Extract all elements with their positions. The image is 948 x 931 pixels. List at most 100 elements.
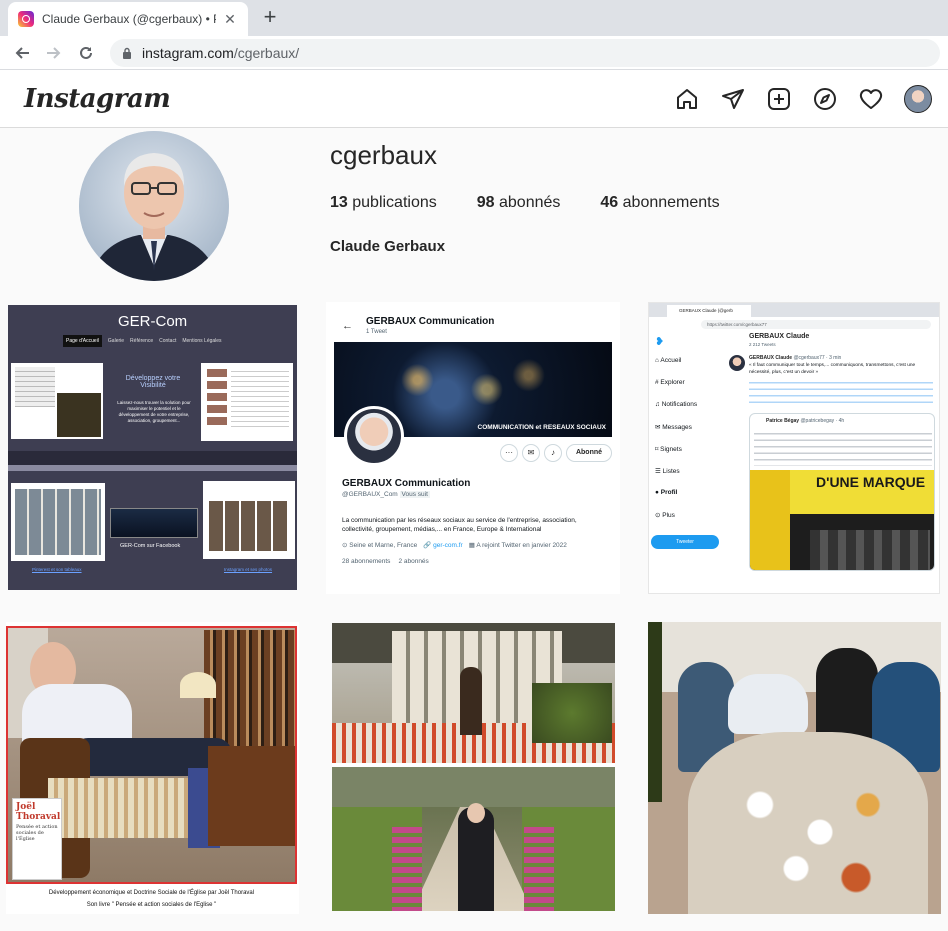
twitter-meta-row: ⊙ Seine et Marne, France 🔗 ger-com.fr ▦ …	[342, 541, 567, 549]
p3-nav-item: ♫ Notifications	[655, 401, 698, 408]
book-photo: Joël Thoraval Pensée et action sociales …	[6, 626, 297, 884]
twitter-joined: ▦ A rejoint Twitter en janvier 2022	[468, 542, 567, 549]
browser-tabbar: Claude Gerbaux (@cgerbaux) • P ✕ +	[0, 0, 948, 36]
post-tile-twitter-gerbaux-com[interactable]: ← GERBAUX Communication 1 Tweet COMMUNIC…	[326, 302, 620, 594]
profile-avatar-small[interactable]	[904, 84, 932, 113]
twitter-more-button: ···	[500, 444, 518, 462]
twitter-banner-text: COMMUNICATION et RESEAUX SOCIAUX	[477, 424, 606, 431]
book-author: Joël Thoraval	[16, 802, 61, 822]
p3-profile-name: GERBAUX Claude	[749, 333, 810, 340]
following-link[interactable]: 46 abonnements	[600, 194, 719, 212]
twitter-profile-pic	[344, 406, 404, 466]
p3-tweet-button: Tweeter	[651, 535, 719, 549]
home-icon[interactable]	[674, 86, 700, 112]
post-tile-gercom[interactable]: GER-Com Page d'Accueil Galerie Référence…	[8, 305, 297, 590]
profile-username: cgerbaux	[330, 140, 437, 170]
posts-count: 13 publications	[330, 194, 437, 211]
p3-quoted-tweet: Patrice Bégay @patricebegay · 4h D'UNE M…	[749, 413, 935, 571]
twitter-location: ⊙ Seine et Marne, France	[342, 542, 418, 549]
direct-icon[interactable]	[720, 86, 746, 112]
new-post-icon[interactable]	[766, 86, 792, 112]
twitter-follow-button: Abonné	[566, 444, 612, 462]
p3-tweet-text: « Il faut communiquer tout le temps,... …	[749, 363, 916, 375]
browser-toolbar: instagram.com/cgerbaux/	[0, 36, 948, 70]
lock-icon	[123, 47, 131, 59]
explore-icon[interactable]	[812, 86, 838, 112]
reload-icon	[80, 46, 92, 59]
gercom-screenshot-right	[201, 363, 293, 441]
header-nav	[674, 84, 932, 113]
gercom-brand: GER-Com	[118, 313, 188, 330]
gercom-link-pinterest: Pinterest et son tableaux	[32, 567, 82, 572]
p3-quoted-image: D'UNE MARQUE	[750, 470, 934, 570]
gercom-link-instagram: Instagram et ses photos	[224, 567, 273, 572]
gercom-body: Laissez-nous trouver la solution pour ma…	[117, 400, 191, 423]
close-tab-icon[interactable]: ✕	[222, 11, 238, 27]
back-button[interactable]	[8, 39, 36, 67]
book-title: Pensée et action sociales de l'Église	[16, 824, 58, 842]
p3-nav-item: # Explorer	[655, 379, 685, 386]
gercom-screenshot-bottom-right	[203, 481, 295, 559]
post-tile-book[interactable]: Joël Thoraval Pensée et action sociales …	[6, 622, 299, 914]
address-bar[interactable]: instagram.com/cgerbaux/	[110, 38, 940, 67]
p3-nav-item: ✉ Messages	[655, 424, 692, 431]
book-cover: Joël Thoraval Pensée et action sociales …	[12, 798, 62, 880]
gercom-menu-item: Page d'Accueil	[63, 335, 102, 347]
twitter-following-count: 28 abonnements	[342, 558, 391, 565]
p3-nav-item: ⌑ Signets	[655, 446, 682, 453]
activity-icon[interactable]	[858, 86, 884, 112]
profile-stats: 13 publications 98 abonnés 46 abonnement…	[330, 194, 720, 212]
tab-title: Claude Gerbaux (@cgerbaux) • P	[42, 12, 216, 26]
p3-profile-tweets: 2 212 Tweets	[749, 342, 776, 347]
p3-nav-item: ⊙ Plus	[655, 512, 675, 519]
p3-nav-item: ● Profil	[655, 489, 678, 496]
instagram-header: Instagram	[0, 70, 948, 128]
twitter-follow-stats: 28 abonnements 2 abonnés	[342, 558, 429, 565]
twitter-bio: La communication par les réseaux sociaux…	[342, 517, 577, 533]
post-tile-garden[interactable]	[332, 623, 615, 911]
book-caption-1: Développement économique et Doctrine Soc…	[48, 890, 255, 896]
instagram-favicon-icon	[18, 11, 34, 27]
profile-header: cgerbaux 13 publications 98 abonnés 46 a…	[0, 128, 948, 298]
forward-arrow-icon	[47, 46, 61, 59]
instagram-logo[interactable]: Instagram	[24, 84, 171, 114]
p3-twitter-bird-icon: ❥	[655, 336, 665, 348]
p3-banner-text: D'UNE MARQUE	[816, 474, 926, 490]
profile-avatar[interactable]	[79, 131, 229, 281]
twitter-notify-button: ♪	[544, 444, 562, 462]
browser-tab[interactable]: Claude Gerbaux (@cgerbaux) • P ✕	[8, 2, 248, 36]
p3-tweet-header: GERBAUX Claude @cgerbaux77 · 3 min	[749, 355, 842, 361]
twitter-handle: @GERBAUX_Com	[342, 491, 398, 498]
post-tile-dinner[interactable]	[648, 622, 941, 914]
gercom-headline: Développez votre Visibilité	[125, 375, 181, 389]
twitter-handle-row: @GERBAUX_Com Vous suit	[342, 491, 430, 498]
twitter-followers-count: 2 abonnés	[398, 558, 429, 565]
palace-photo	[332, 623, 615, 763]
new-tab-button[interactable]: +	[258, 5, 282, 29]
post-tile-twitter-gerbaux-claude[interactable]: GERBAUX Claude (@gerb https://twitter.co…	[648, 302, 940, 594]
p3-tab: GERBAUX Claude (@gerb	[667, 305, 751, 317]
gercom-menu-item: Référence	[130, 338, 154, 344]
twitter-display-name: GERBAUX Communication	[342, 478, 471, 489]
url-text: instagram.com/cgerbaux/	[142, 44, 300, 61]
gercom-fb-caption: GER-Com sur Facebook	[120, 543, 181, 549]
profile-full-name: Claude Gerbaux	[330, 238, 446, 255]
gercom-screenshot-left	[11, 363, 103, 439]
twitter-back-arrow-icon: ←	[342, 320, 353, 332]
p3-nav-item: ☰ Listes	[655, 468, 680, 475]
p3-tweet-hashtags	[749, 377, 933, 407]
forward-button[interactable]	[40, 39, 68, 67]
followers-link[interactable]: 98 abonnés	[477, 194, 561, 212]
p3-tweet-avatar	[729, 355, 745, 371]
p3-url-bar: https://twitter.com/cgerbaux77	[701, 320, 931, 329]
p3-nav-item: ⌂ Accueil	[655, 357, 682, 364]
gercom-menu: Page d'Accueil Galerie Référence Contact…	[63, 335, 222, 347]
reload-button[interactable]	[72, 39, 100, 67]
gercom-menu-item: Galerie	[107, 338, 125, 344]
gercom-facebook-banner	[110, 508, 198, 538]
p3-quoted-header: Patrice Bégay @patricebegay · 4h	[766, 418, 845, 424]
gercom-menu-item: Contact	[159, 338, 177, 344]
twitter-account-name: GERBAUX Communication	[366, 316, 495, 327]
twitter-follows-you: Vous suit	[399, 491, 430, 498]
gercom-screenshot-bottom-left	[11, 483, 105, 561]
